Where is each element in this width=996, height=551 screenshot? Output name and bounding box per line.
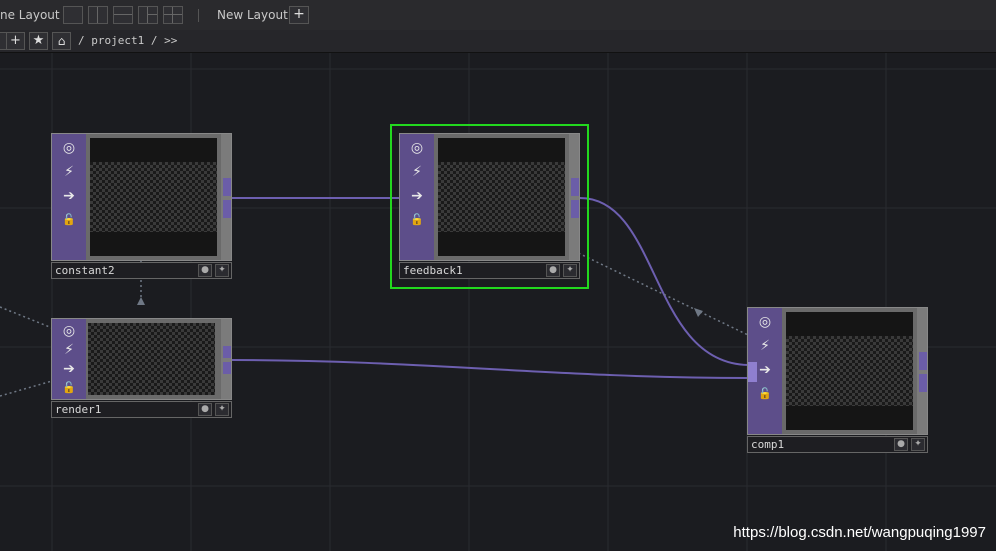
viewer-flag-icon[interactable]: ✦ — [911, 438, 925, 451]
cook-icon[interactable]: ⚡ — [59, 162, 79, 182]
layout-split-horizontal-button[interactable] — [113, 6, 133, 24]
bypass-icon[interactable]: ➔ — [59, 186, 79, 206]
bypass-icon[interactable]: ➔ — [59, 359, 79, 379]
new-layout-add-button[interactable]: + — [289, 6, 309, 24]
display-flag-icon[interactable]: ● — [546, 264, 560, 277]
viewer-icon[interactable]: ◎ — [755, 312, 775, 332]
toolbar-divider — [198, 9, 199, 22]
preview-feedback1 — [438, 138, 565, 256]
node-name-render1[interactable]: render1 — [55, 403, 101, 416]
ref-external-render1-a — [0, 306, 53, 329]
wire-feedback1-comp1 — [579, 197, 749, 366]
network-path[interactable]: / project1 / >> — [78, 34, 177, 47]
viewer-icon[interactable]: ◎ — [59, 138, 79, 158]
network-path-bar: + ★ ⌂ / project1 / >> — [0, 30, 996, 53]
preview-comp1 — [786, 312, 913, 430]
output-connector[interactable] — [223, 346, 231, 358]
viewer-icon[interactable]: ◎ — [407, 138, 427, 158]
display-flag-icon[interactable]: ● — [198, 403, 212, 416]
layout-toolbar: ne Layout New Layout + — [0, 0, 996, 31]
new-layout-label: New Layout — [217, 8, 288, 22]
cook-icon[interactable]: ⚡ — [755, 336, 775, 356]
wire-render1-comp1 — [231, 359, 749, 379]
node-name-constant2[interactable]: constant2 — [55, 264, 115, 277]
watermark-url: https://blog.csdn.net/wangpuqing1997 — [733, 524, 986, 541]
lock-icon[interactable]: 🔓 — [755, 384, 775, 404]
network-editor-canvas[interactable]: ◎ ⚡ ➔ 🔓 constant2 ● ✦ ◎ ⚡ ➔ 🔓 render1 ● … — [0, 53, 996, 551]
output-connector[interactable] — [223, 200, 231, 218]
lock-icon[interactable]: 🔓 — [59, 378, 79, 398]
bypass-icon[interactable]: ➔ — [407, 186, 427, 206]
preview-constant2 — [90, 138, 217, 256]
layout-split-vertical-button[interactable] — [88, 6, 108, 24]
lock-icon[interactable]: 🔓 — [407, 210, 427, 230]
viewer-flag-icon[interactable]: ✦ — [215, 264, 229, 277]
input-connector[interactable] — [748, 362, 757, 382]
display-flag-icon[interactable]: ● — [198, 264, 212, 277]
ref-external-render1-b — [0, 380, 53, 397]
lock-icon[interactable]: 🔓 — [59, 210, 79, 230]
bypass-icon[interactable]: ➔ — [755, 360, 775, 380]
layout-four-pane-button[interactable] — [163, 6, 183, 24]
output-connector[interactable] — [571, 178, 579, 196]
output-connector[interactable] — [223, 178, 231, 196]
star-icon[interactable]: ★ — [29, 32, 48, 50]
output-connector[interactable] — [919, 352, 927, 370]
viewer-icon[interactable]: ◎ — [59, 321, 79, 341]
layout-single-button[interactable] — [63, 6, 83, 24]
add-pane-button[interactable]: + — [6, 32, 25, 50]
cook-icon[interactable]: ⚡ — [407, 162, 427, 182]
output-connector[interactable] — [919, 374, 927, 392]
viewer-flag-icon[interactable]: ✦ — [215, 403, 229, 416]
layout-three-pane-button[interactable] — [138, 6, 158, 24]
preview-render1 — [88, 323, 215, 395]
viewer-flag-icon[interactable]: ✦ — [563, 264, 577, 277]
pane-layout-label: ne Layout — [0, 8, 60, 22]
ref-feedback1-comp1 — [573, 250, 749, 336]
output-connector[interactable] — [223, 362, 231, 374]
output-connector[interactable] — [571, 200, 579, 218]
home-icon[interactable]: ⌂ — [52, 32, 71, 50]
node-name-feedback1[interactable]: feedback1 — [403, 264, 463, 277]
display-flag-icon[interactable]: ● — [894, 438, 908, 451]
node-name-comp1[interactable]: comp1 — [751, 438, 784, 451]
cook-icon[interactable]: ⚡ — [59, 340, 79, 360]
